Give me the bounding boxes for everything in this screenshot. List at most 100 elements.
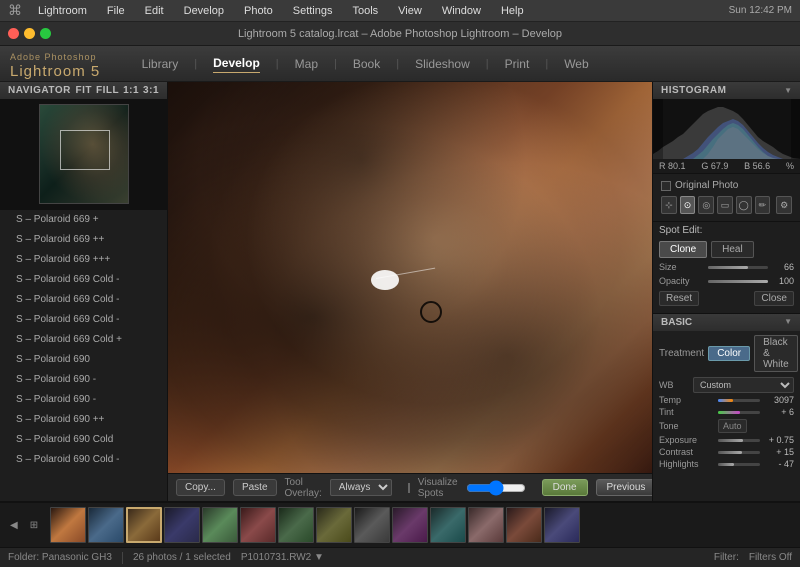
bw-button[interactable]: Black & White [754, 335, 798, 372]
menu-help[interactable]: Help [497, 3, 528, 19]
nav-fill[interactable]: FILL [96, 85, 119, 96]
tab-develop[interactable]: Develop [213, 54, 260, 73]
filmstrip-thumb[interactable] [50, 507, 86, 543]
list-item[interactable]: S – Polaroid 669 Cold - [0, 310, 167, 330]
tint-label: Tint [659, 407, 714, 417]
filmstrip-thumb[interactable] [202, 507, 238, 543]
minimize-button[interactable] [24, 28, 35, 39]
histogram-header[interactable]: Histogram ▼ [653, 82, 800, 99]
contrast-value: + 15 [764, 447, 794, 457]
menu-tools[interactable]: Tools [348, 3, 382, 19]
app-logo: Adobe Photoshop Lightroom 5 [10, 47, 100, 80]
crop-tool[interactable]: ⊹ [661, 196, 677, 214]
list-item[interactable]: S – Polaroid 690 [0, 350, 167, 370]
temp-slider[interactable] [718, 399, 760, 402]
tab-map[interactable]: Map [295, 55, 318, 73]
spot-edit-section: Spot Edit: Clone Heal Size 66 Opacity [653, 222, 800, 314]
filmstrip-thumb[interactable] [88, 507, 124, 543]
tone-auto-button[interactable]: Auto [718, 419, 747, 433]
menu-view[interactable]: View [394, 3, 426, 19]
window-controls[interactable] [8, 28, 51, 39]
list-item[interactable]: S – Polaroid 669 + [0, 210, 167, 230]
wb-select[interactable]: Custom [693, 377, 794, 393]
filmstrip-prev[interactable]: ◀ [6, 519, 22, 532]
heal-button[interactable]: Heal [711, 241, 754, 258]
paste-button[interactable]: Paste [233, 479, 277, 496]
adjustment-brush-tool[interactable]: ✏ [755, 196, 771, 214]
highlights-value: - 47 [764, 459, 794, 469]
settings-tool[interactable]: ⚙ [776, 196, 792, 214]
list-item[interactable]: S – Polaroid 669 +++ [0, 250, 167, 270]
clone-button[interactable]: Clone [659, 241, 707, 258]
highlights-label: Highlights [659, 459, 714, 469]
list-item[interactable]: S – Polaroid 669 ++ [0, 230, 167, 250]
apple-icon[interactable]: ⌘ [8, 2, 22, 19]
filename-display[interactable]: P1010731.RW2 ▼ [241, 552, 324, 563]
menu-settings[interactable]: Settings [289, 3, 337, 19]
tab-print[interactable]: Print [505, 55, 530, 73]
radial-filter-tool[interactable]: ◯ [736, 196, 752, 214]
filmstrip-thumb[interactable] [430, 507, 466, 543]
tint-slider[interactable] [718, 411, 760, 414]
nav-1-1[interactable]: 1:1 [123, 85, 139, 96]
previous-button[interactable]: Previous [596, 479, 653, 496]
filmstrip-thumb[interactable] [278, 507, 314, 543]
menu-edit[interactable]: Edit [141, 3, 168, 19]
nav-3-1[interactable]: 3:1 [143, 85, 159, 96]
workspace: Navigator FIT FILL 1:1 3:1 S – Polaroi [0, 82, 800, 501]
list-item[interactable]: S – Polaroid 669 Cold - [0, 270, 167, 290]
filmstrip-thumb[interactable] [240, 507, 276, 543]
tab-slideshow[interactable]: Slideshow [415, 55, 470, 73]
filmstrip-grid[interactable]: ⊞ [26, 519, 42, 532]
visualize-slider[interactable] [466, 480, 526, 496]
list-item[interactable]: S – Polaroid 669 Cold + [0, 330, 167, 350]
highlights-slider[interactable] [718, 463, 760, 466]
menu-window[interactable]: Window [438, 3, 485, 19]
filmstrip-thumb[interactable] [164, 507, 200, 543]
menu-lightroom[interactable]: Lightroom [34, 3, 91, 19]
list-item[interactable]: S – Polaroid 669 Cold - [0, 290, 167, 310]
spot-edit-header: Spot Edit: [653, 222, 800, 239]
filter-value[interactable]: Filters Off [749, 552, 792, 563]
nav-fit[interactable]: FIT [75, 85, 92, 96]
opacity-slider[interactable] [708, 280, 768, 283]
spot-removal-tool[interactable]: ⊙ [680, 196, 696, 214]
graduated-filter-tool[interactable]: ▭ [717, 196, 733, 214]
list-item[interactable]: S – Polaroid 690 ++ [0, 410, 167, 430]
list-item[interactable]: S – Polaroid 690 - [0, 390, 167, 410]
original-photo-row: Original Photo [657, 178, 796, 193]
list-item[interactable]: S – Polaroid 690 Cold [0, 430, 167, 450]
list-item[interactable]: S – Polaroid 690 - [0, 370, 167, 390]
filmstrip-thumb[interactable] [506, 507, 542, 543]
navigator-header[interactable]: Navigator FIT FILL 1:1 3:1 [0, 82, 167, 99]
contrast-slider[interactable] [718, 451, 760, 454]
basic-header[interactable]: Basic ▼ [653, 314, 800, 331]
menu-file[interactable]: File [103, 3, 129, 19]
filmstrip-thumb[interactable] [392, 507, 428, 543]
size-slider[interactable] [708, 266, 768, 269]
list-item[interactable]: S – Polaroid 690 Cold - [0, 450, 167, 470]
red-eye-tool[interactable]: ◎ [698, 196, 714, 214]
color-button[interactable]: Color [708, 346, 750, 361]
contrast-label: Contrast [659, 447, 714, 457]
done-button[interactable]: Done [542, 479, 588, 496]
spot-reset-button[interactable]: Reset [659, 291, 699, 306]
visualize-spots-checkbox[interactable] [408, 483, 410, 493]
filmstrip-thumb[interactable] [468, 507, 504, 543]
filmstrip-thumb[interactable] [544, 507, 580, 543]
tab-web[interactable]: Web [564, 55, 588, 73]
menu-photo[interactable]: Photo [240, 3, 277, 19]
maximize-button[interactable] [40, 28, 51, 39]
overlay-select[interactable]: Always [330, 479, 392, 496]
filmstrip-thumb[interactable] [126, 507, 162, 543]
tab-library[interactable]: Library [142, 55, 179, 73]
close-button[interactable] [8, 28, 19, 39]
filmstrip-thumb[interactable] [316, 507, 352, 543]
original-photo-checkbox[interactable] [661, 181, 671, 191]
spot-close-button[interactable]: Close [754, 291, 794, 306]
filmstrip-thumb[interactable] [354, 507, 390, 543]
copy-button[interactable]: Copy... [176, 479, 225, 496]
exposure-slider[interactable] [718, 439, 760, 442]
tab-book[interactable]: Book [353, 55, 380, 73]
menu-develop[interactable]: Develop [180, 3, 228, 19]
